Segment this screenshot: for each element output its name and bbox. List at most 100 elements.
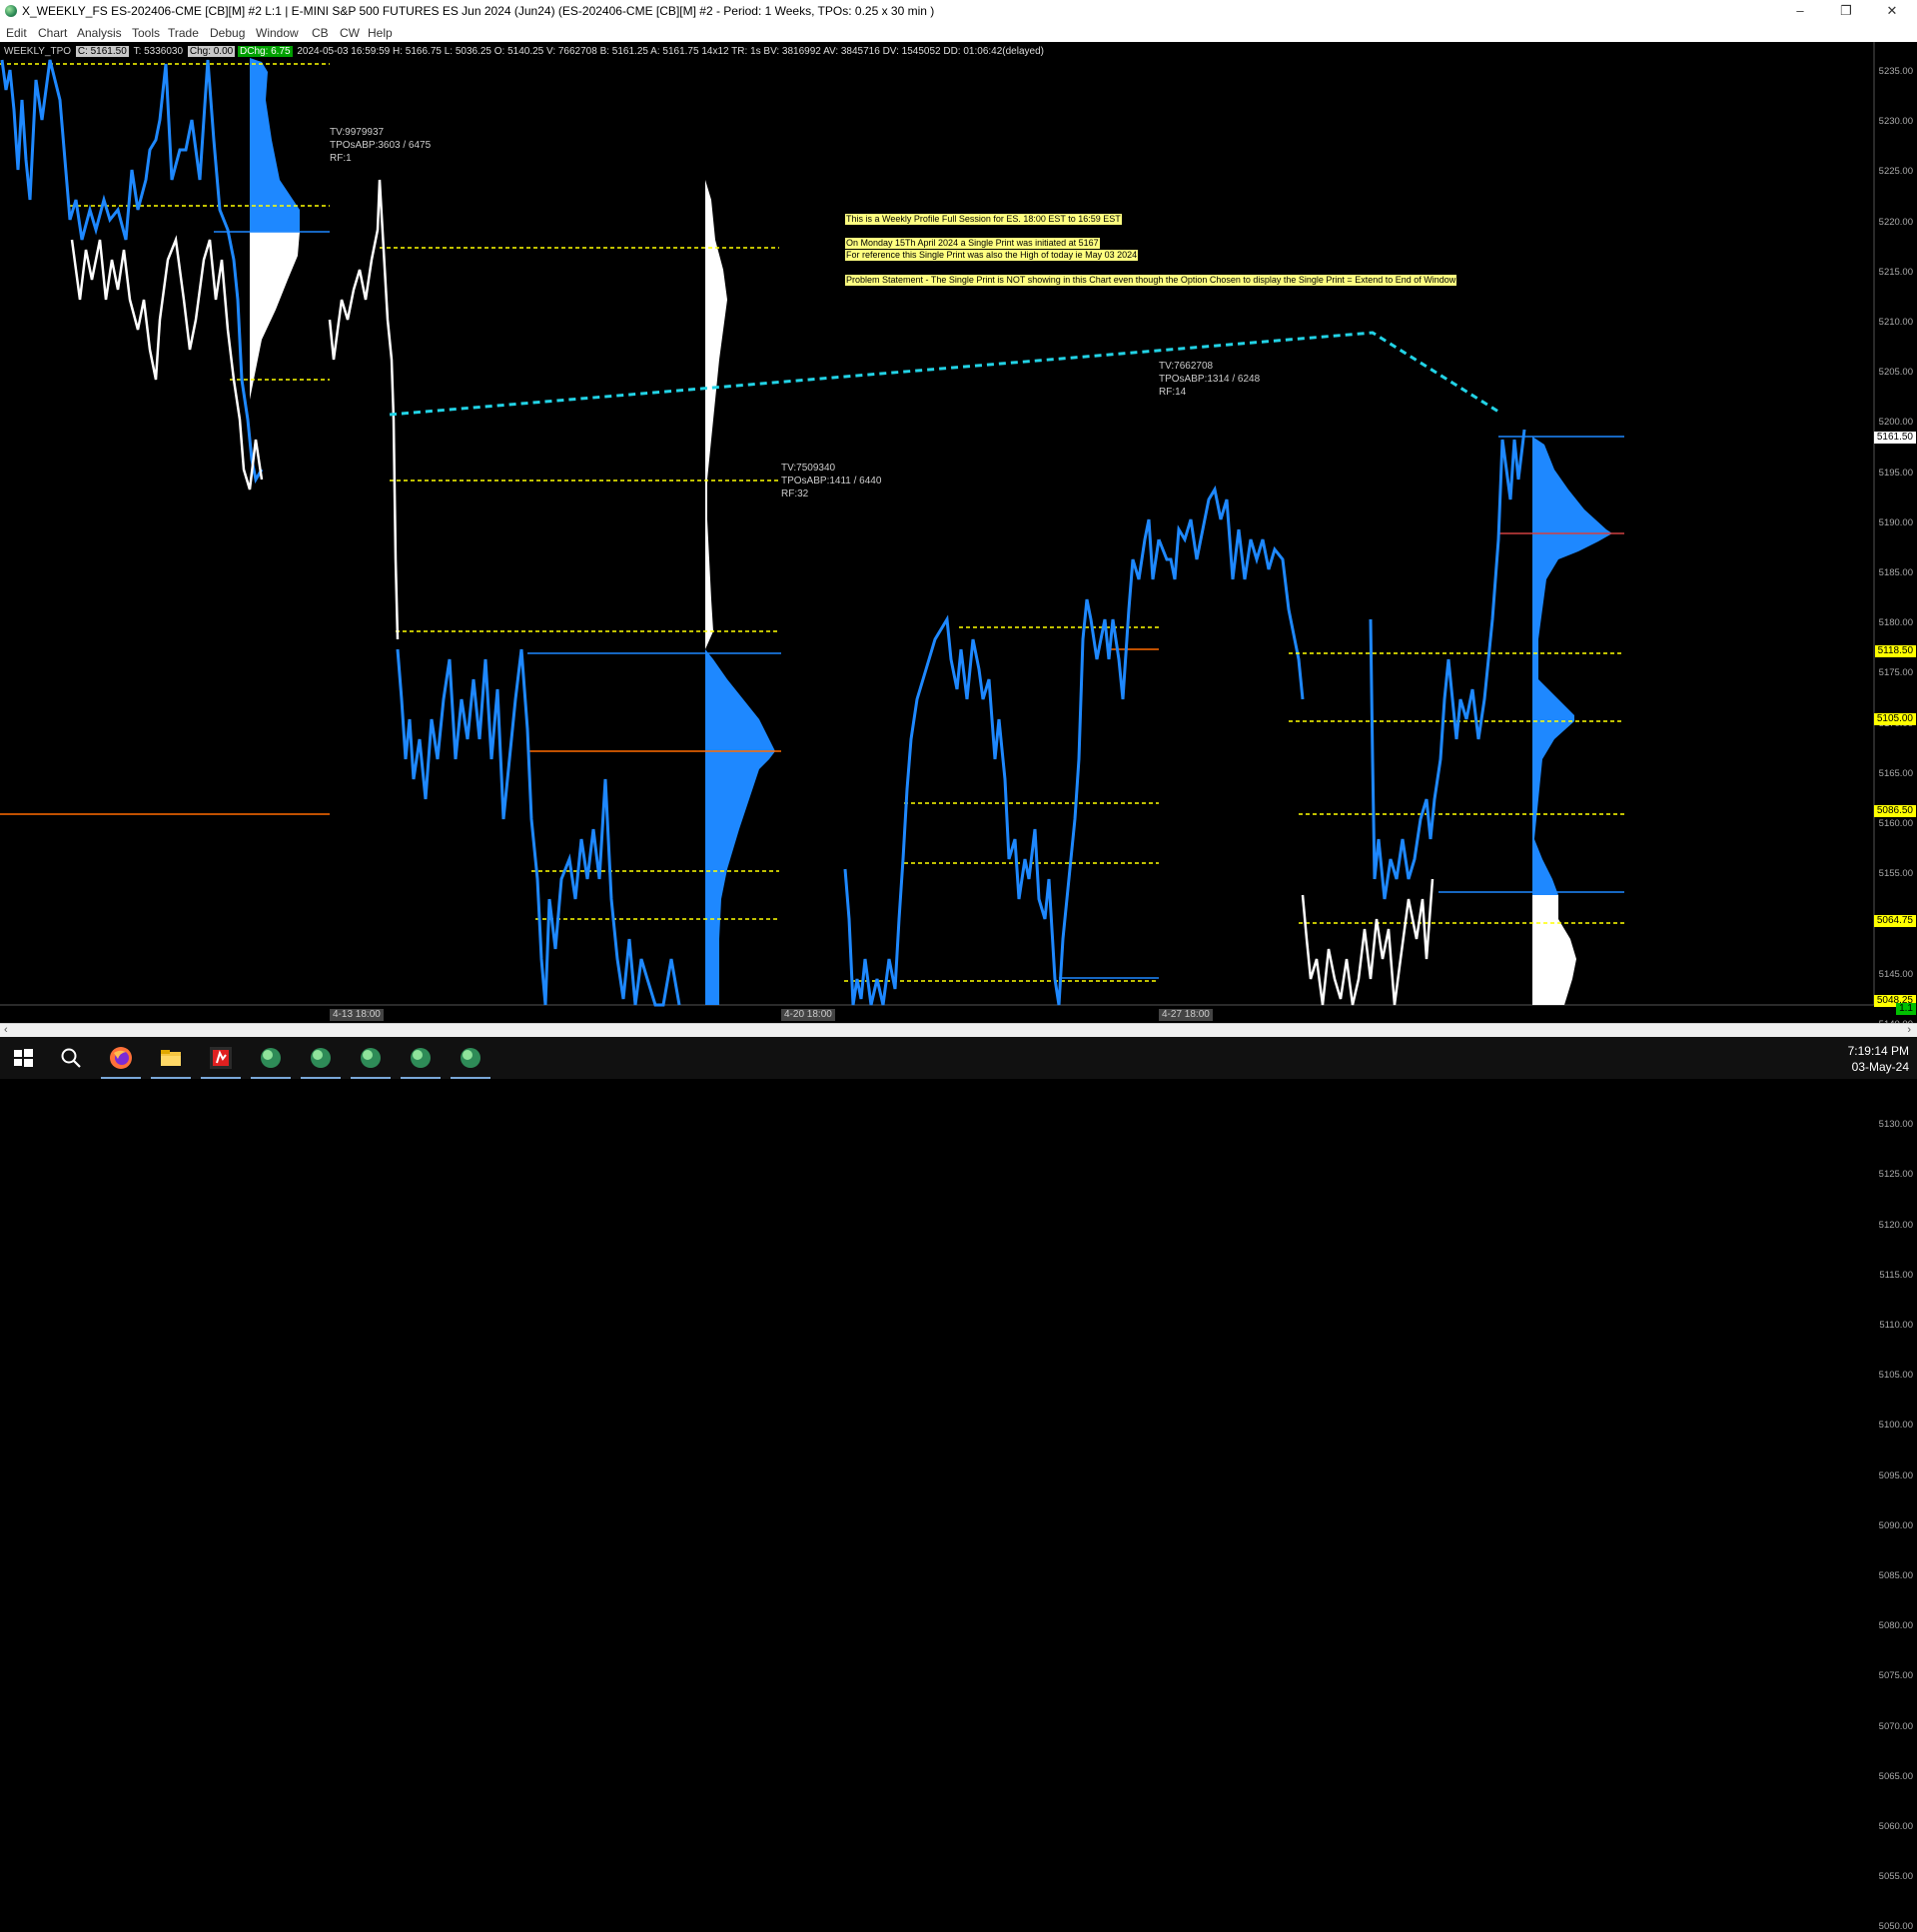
y-axis-tick: 5060.00 [1878, 1821, 1913, 1832]
annotation-note-3[interactable]: Problem Statement - The Single Print is … [845, 275, 1457, 286]
y-axis-tick: 5200.00 [1878, 417, 1913, 429]
y-axis-tick: 5160.00 [1878, 818, 1913, 829]
stat-rf: RF:14 [1159, 387, 1187, 398]
y-axis-tick: 5080.00 [1878, 1620, 1913, 1632]
window-title: X_WEEKLY_FS ES-202406-CME [CB][M] #2 L:1… [22, 4, 935, 18]
system-clock[interactable]: 7:19:14 PM 03-May-24 [1848, 1043, 1909, 1075]
y-axis-price-badge: 5118.50 [1874, 645, 1916, 657]
x-axis-label-2: 4-20 18:00 [781, 1009, 835, 1021]
y-axis-tick: 5055.00 [1878, 1871, 1913, 1883]
menu-analysis[interactable]: Analysis [77, 26, 122, 40]
globe-app-icon[interactable] [408, 1045, 434, 1071]
globe-app-icon[interactable] [458, 1045, 483, 1071]
restore-button[interactable]: ❐ [1823, 0, 1869, 22]
clock-time: 7:19:14 PM [1847, 1044, 1909, 1058]
y-axis-tick: 5155.00 [1878, 868, 1913, 880]
y-axis-tick: 5215.00 [1878, 266, 1913, 278]
profile-2-histogram-blue [705, 649, 775, 1005]
menu-tools[interactable]: Tools [132, 26, 160, 40]
scroll-right-icon[interactable]: › [1907, 1024, 1911, 1036]
y-axis-tick: 5085.00 [1878, 1570, 1913, 1581]
profile-4-price-blue [1369, 429, 1526, 900]
menu-window[interactable]: Window [256, 26, 299, 40]
stat-tv: TV:7662708 [1159, 361, 1214, 372]
bar-data: 2024-05-03 16:59:59 H: 5166.75 L: 5036.2… [297, 46, 1044, 57]
profile-3-price-blue-b [1157, 484, 1305, 700]
profile-4-histogram-blue [1532, 437, 1612, 895]
windows-start-icon[interactable] [10, 1045, 36, 1071]
close-price: C: 5161.50 [75, 46, 129, 57]
menu-debug[interactable]: Debug [210, 26, 245, 40]
y-axis-tick: 5120.00 [1878, 1219, 1913, 1231]
stat-tv: TV:9979937 [330, 127, 385, 138]
menu-help[interactable]: Help [368, 26, 393, 40]
menu-cb[interactable]: CB [312, 26, 329, 40]
horizontal-scrollbar[interactable]: ‹ › [0, 1023, 1917, 1038]
y-axis-tick: 5220.00 [1878, 216, 1913, 228]
y-axis-tick: 5065.00 [1878, 1770, 1913, 1782]
stat-rf: RF:32 [781, 488, 809, 499]
info-bar: WEEKLY_TPO C: 5161.50 T: 5336030 Chg: 0.… [2, 45, 1046, 58]
profile-1-histogram-white [250, 232, 300, 400]
price-chart[interactable] [0, 42, 1917, 1023]
close-button[interactable]: ✕ [1869, 0, 1915, 22]
y-axis-tick: 5205.00 [1878, 367, 1913, 379]
y-axis-tick: 5235.00 [1878, 66, 1913, 77]
y-axis-tick: 5125.00 [1878, 1169, 1913, 1181]
profile-2-price-blue [396, 648, 681, 1007]
y-axis-tick: 5210.00 [1878, 317, 1913, 328]
profile-week-3 [843, 484, 1305, 1006]
change-value: Chg: 0.00 [187, 46, 236, 57]
stat-rf: RF:1 [330, 153, 352, 164]
stat-tpo: TPOsABP:1411 / 6440 [781, 476, 882, 486]
y-axis-price-badge: 5105.00 [1873, 713, 1916, 725]
y-axis-tick: 5070.00 [1878, 1720, 1913, 1732]
y-axis-price-badge: 5086.50 [1873, 805, 1916, 817]
app-icon [5, 5, 17, 17]
minimize-button[interactable]: – [1777, 0, 1823, 22]
x-axis-label-3: 4-27 18:00 [1159, 1009, 1213, 1021]
y-axis-tick: 5130.00 [1878, 1119, 1913, 1131]
stat-tpo: TPOsABP:3603 / 6475 [330, 140, 432, 151]
y-axis-tick: 5075.00 [1878, 1670, 1913, 1682]
trading-app-icon[interactable] [208, 1045, 234, 1071]
profile-stats-2: TV:7509340 TPOsABP:1411 / 6440 RF:32 [781, 462, 881, 500]
profile-stats-1: TV:9979937 TPOsABP:3603 / 6475 RF:1 [330, 126, 431, 165]
menu-edit[interactable]: Edit [6, 26, 27, 40]
annotation-note-2b[interactable]: For reference this Single Print was also… [845, 250, 1139, 261]
y-axis-tick: 5110.00 [1879, 1320, 1913, 1331]
title-bar: X_WEEKLY_FS ES-202406-CME [CB][M] #2 L:1… [0, 0, 1917, 22]
total-volume: T: 5336030 [133, 46, 184, 57]
menu-chart[interactable]: Chart [38, 26, 67, 40]
annotation-note-2a[interactable]: On Monday 15Th April 2024 a Single Print… [845, 238, 1100, 249]
y-axis-tick: 5115.00 [1879, 1269, 1913, 1281]
firefox-icon[interactable] [108, 1045, 134, 1071]
profile-3-price-blue [843, 518, 1161, 1006]
study-name: WEEKLY_TPO [4, 46, 72, 57]
globe-app-icon[interactable] [258, 1045, 284, 1071]
x-axis-label-1: 4-13 18:00 [330, 1009, 384, 1021]
profile-4-histogram-white [1532, 895, 1576, 1005]
profile-stats-3: TV:7662708 TPOsABP:1314 / 6248 RF:14 [1159, 360, 1260, 399]
stat-tv: TV:7509340 [781, 463, 836, 474]
file-explorer-icon[interactable] [158, 1045, 184, 1071]
search-icon[interactable] [58, 1045, 84, 1071]
globe-app-icon[interactable] [358, 1045, 384, 1071]
y-axis-tick: 5105.00 [1878, 1370, 1913, 1382]
trendline[interactable] [389, 331, 1499, 417]
chart-area[interactable]: 5235.00 5230.00 5225.00 5220.00 5215.00 5210.… [0, 42, 1917, 1932]
profile-week-4 [1289, 429, 1624, 1006]
profile-week-1 [0, 58, 330, 815]
menu-cw[interactable]: CW [340, 26, 360, 40]
y-axis-tick: 5230.00 [1878, 116, 1913, 128]
profile-week-2 [328, 179, 781, 1007]
profile-2-histogram-white [705, 180, 727, 649]
y-axis-price-badge: 5064.75 [1873, 915, 1916, 927]
y-axis-tick: 5095.00 [1878, 1469, 1913, 1481]
scroll-left-icon[interactable]: ‹ [4, 1024, 8, 1036]
annotation-note-1[interactable]: This is a Weekly Profile Full Session fo… [845, 214, 1122, 225]
menu-trade[interactable]: Trade [168, 26, 199, 40]
y-axis-price-badge: 1.1 [1896, 1003, 1916, 1015]
globe-app-icon[interactable] [308, 1045, 334, 1071]
profile-1-price-white [70, 235, 264, 490]
